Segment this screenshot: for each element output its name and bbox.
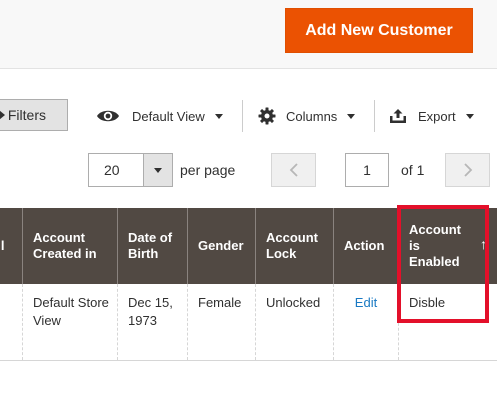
per-page-label: per page (180, 162, 236, 178)
cell-email (0, 284, 23, 360)
column-header-email[interactable]: ail (0, 208, 23, 284)
column-header-account-lock[interactable]: Account Lock (256, 208, 334, 284)
chevron-right-icon (463, 163, 472, 177)
chevron-down-icon (347, 113, 356, 119)
grid-header-row: ail Account Created in Date of Birth Gen… (0, 208, 497, 284)
per-page-toggle-button[interactable] (143, 153, 173, 187)
chevron-down-icon (154, 167, 162, 173)
column-header-label: Account Lock (266, 230, 318, 261)
cell-account-enabled: Disble (409, 295, 446, 310)
filter-arrow-icon (0, 110, 5, 120)
filters-button[interactable]: Filters (0, 99, 68, 131)
toolbar-divider (374, 100, 375, 132)
eye-icon (97, 110, 119, 122)
export-icon (390, 109, 406, 123)
previous-page-button[interactable] (271, 153, 316, 187)
cell-account-lock: Unlocked (256, 284, 334, 360)
customer-grid-page: Add New Customer Filters Default View Co… (0, 0, 497, 408)
cell-date-of-birth: Dec 15, 1973 (118, 284, 188, 360)
default-view-dropdown[interactable]: Default View (96, 104, 223, 128)
cell-gender: Female (188, 284, 256, 360)
columns-dropdown[interactable]: Columns (258, 104, 356, 128)
column-header-label: Gender (198, 238, 244, 253)
column-header-created-in[interactable]: Account Created in (23, 208, 118, 284)
table-row: Default Store View Dec 15, 1973 Female U… (0, 284, 497, 361)
export-label: Export (418, 108, 456, 124)
current-page-input[interactable]: 1 (345, 153, 389, 187)
gear-icon (258, 107, 276, 125)
default-view-label: Default View (132, 108, 205, 124)
column-header-label: Date of Birth (128, 230, 173, 261)
column-header-date-of-birth[interactable]: Date of Birth (118, 208, 188, 284)
add-new-customer-button[interactable]: Add New Customer (285, 8, 473, 53)
column-header-action: Action (334, 208, 399, 284)
column-header-account-enabled[interactable]: Account is Enabled ↑ (399, 208, 497, 284)
cell-action: Edit (334, 284, 399, 360)
columns-label: Columns (286, 108, 338, 124)
edit-link[interactable]: Edit (355, 295, 377, 310)
chevron-down-icon (465, 113, 474, 119)
cell-created-in: Default Store View (23, 284, 118, 360)
total-pages-label: of 1 (401, 162, 425, 178)
export-dropdown[interactable]: Export (389, 104, 474, 128)
chevron-left-icon (289, 163, 298, 177)
column-header-label: Account is Enabled (409, 222, 461, 269)
column-header-label: Action (344, 238, 385, 253)
column-header-label: ail (0, 238, 5, 253)
filters-label: Filters (7, 107, 46, 123)
column-header-gender[interactable]: Gender (188, 208, 256, 284)
next-page-button[interactable] (445, 153, 490, 187)
sort-ascending-icon: ↑ (480, 236, 487, 252)
column-header-label: Account Created in (33, 230, 97, 261)
page-actions-bar: Add New Customer (0, 0, 497, 69)
toolbar-divider (242, 100, 243, 132)
chevron-down-icon (214, 113, 223, 119)
per-page-select[interactable]: 20 (88, 153, 144, 187)
